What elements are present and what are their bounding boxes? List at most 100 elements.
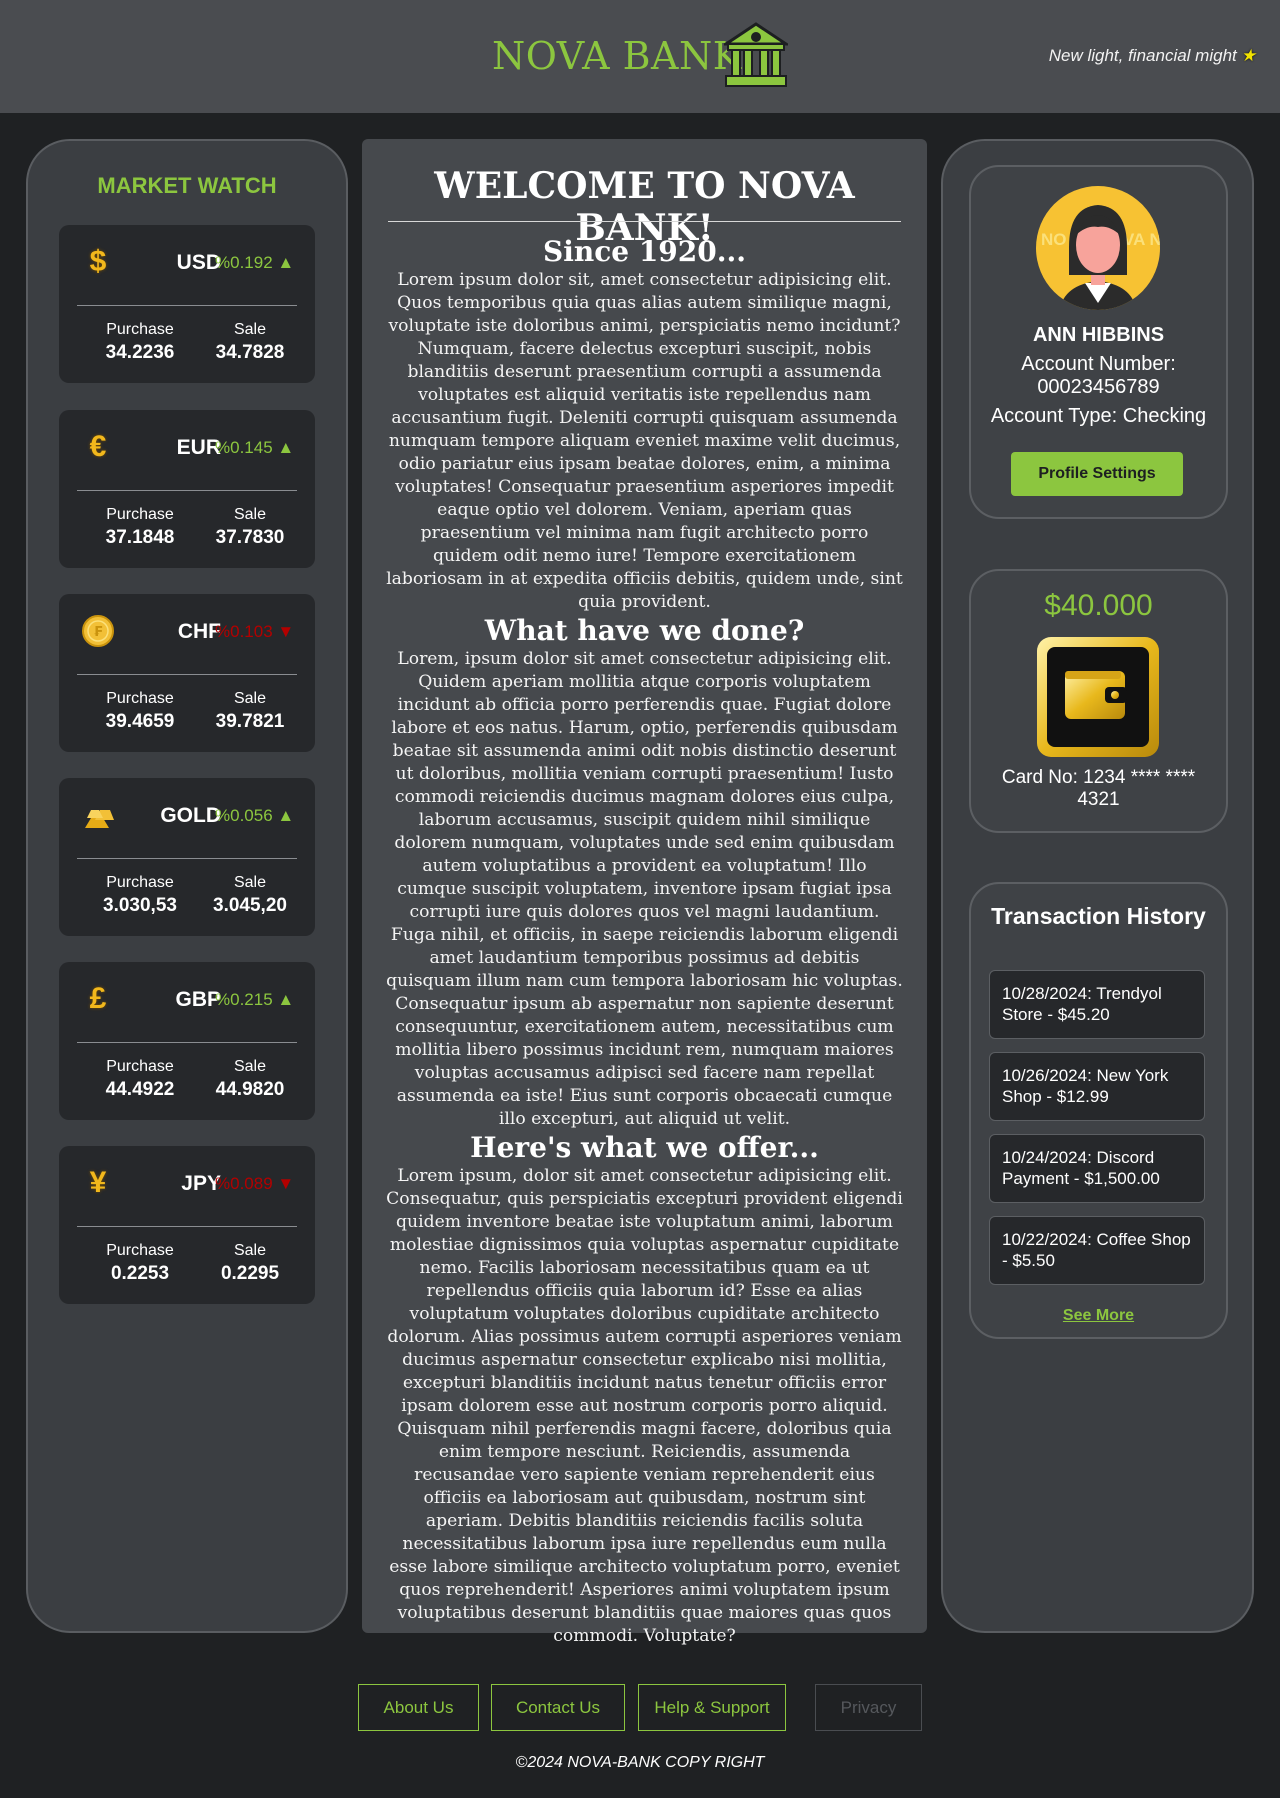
currency-code: GOLD	[160, 804, 221, 827]
sale-value: 39.7821	[215, 711, 285, 732]
card-divider	[77, 674, 297, 675]
purchase-value: 37.1848	[105, 527, 175, 548]
sale-label: Sale	[233, 1242, 267, 1259]
section-text: Lorem ipsum, dolor sit amet consectetur …	[386, 1166, 903, 1646]
sale-label: Sale	[233, 506, 267, 523]
help-support-link[interactable]: Help & Support	[638, 1684, 786, 1731]
account-number-label: Account Number:	[1021, 353, 1176, 375]
see-more-link[interactable]: See More	[971, 1307, 1226, 1325]
currency-change: %0.089 ▼	[215, 1174, 295, 1193]
bank-building-icon[interactable]	[724, 22, 788, 88]
wallet-card: $40.000 Card No: 1234 **** **** 4321	[969, 569, 1228, 833]
card-divider	[77, 490, 297, 491]
sale-value: 44.9820	[215, 1079, 285, 1100]
section-heading: Since 1920...	[543, 235, 746, 268]
dollar-icon: $	[89, 245, 107, 278]
avatar[interactable]: NO BA VA NK	[1035, 185, 1161, 311]
currency-change: %0.215 ▲	[215, 990, 295, 1009]
copyright: ©2024 NOVA-BANK COPY RIGHT	[515, 1754, 765, 1771]
market-watch-title: MARKET WATCH	[97, 173, 277, 198]
market-watch-panel: MARKET WATCH $ USD %0.192 ▲ Purchase 34.2236…	[26, 139, 348, 1633]
profile-settings-button[interactable]: Profile Settings	[1011, 452, 1183, 496]
purchase-label: Purchase	[106, 1242, 174, 1259]
transaction-item[interactable]: 10/24/2024: Discord Payment - $1,500.00	[989, 1134, 1205, 1203]
transaction-item[interactable]: 10/22/2024: Coffee Shop - $5.50	[989, 1216, 1205, 1285]
purchase-column: Purchase 0.2253	[85, 1242, 195, 1285]
franc-coin-icon: ₣	[82, 615, 114, 647]
currency-card-gold[interactable]: GOLD %0.056 ▲ Purchase 3.030,53 Sale 3.045,20	[59, 778, 315, 936]
purchase-value: 0.2253	[110, 1263, 170, 1284]
account-type: Account Type: Checking	[990, 405, 1207, 427]
sale-column: Sale 37.7830	[195, 506, 305, 549]
transaction-history-title: Transaction History	[991, 903, 1206, 929]
account-panel: NO BA VA NK ANN HIBBINS Account Number: …	[941, 139, 1254, 1633]
privacy-link[interactable]: Privacy	[815, 1684, 922, 1731]
contact-us-link[interactable]: Contact Us	[491, 1684, 625, 1731]
avatar-watermark-right: VA NK	[1123, 230, 1161, 249]
sale-column: Sale 0.2295	[195, 1242, 305, 1285]
card-divider	[77, 858, 297, 859]
purchase-label: Purchase	[106, 506, 174, 523]
sale-label: Sale	[233, 321, 267, 338]
purchase-column: Purchase 3.030,53	[85, 874, 195, 917]
yen-icon: ¥	[89, 1166, 107, 1199]
section-heading: What have we done?	[484, 614, 805, 647]
article-body: Since 1920... Lorem ipsum dolor sit, ame…	[386, 235, 903, 1648]
about-us-link[interactable]: About Us	[358, 1684, 479, 1731]
profile-name: ANN HIBBINS	[1032, 324, 1165, 346]
brand-name[interactable]: NOVA BANK	[492, 34, 742, 78]
currency-card-eur[interactable]: € EUR %0.145 ▲ Purchase 37.1848 Sale 37.7830	[59, 410, 315, 568]
purchase-column: Purchase 34.2236	[85, 321, 195, 364]
currency-card-jpy[interactable]: ¥ JPY %0.089 ▼ Purchase 0.2253 Sale 0.2295	[59, 1146, 315, 1304]
currency-change: %0.145 ▲	[215, 438, 295, 457]
transaction-item[interactable]: 10/28/2024: Trendyol Store - $45.20	[989, 970, 1205, 1039]
sale-value: 0.2295	[220, 1263, 280, 1284]
currency-code: JPY	[181, 1172, 221, 1195]
currency-card-chf[interactable]: ₣ CHF %0.103 ▼ Purchase 39.4659 Sale 39.7821	[59, 594, 315, 752]
welcome-article: WELCOME TO NOVA BANK! Since 1920... Lore…	[362, 139, 927, 1646]
card-divider	[77, 1042, 297, 1043]
currency-change: %0.056 ▲	[215, 806, 295, 825]
site-header: NOVA BANK New light, financial might ★	[0, 0, 1280, 113]
section-text: Lorem, ipsum dolor sit amet consectetur …	[386, 649, 903, 1129]
transaction-history: Transaction History 10/28/2024: Trendyol…	[969, 882, 1228, 1339]
purchase-label: Purchase	[106, 690, 174, 707]
transaction-item[interactable]: 10/26/2024: New York Shop - $12.99	[989, 1052, 1205, 1121]
sale-column: Sale 44.9820	[195, 1058, 305, 1101]
purchase-column: Purchase 37.1848	[85, 506, 195, 549]
purchase-value: 39.4659	[105, 711, 175, 732]
purchase-label: Purchase	[106, 1058, 174, 1075]
card-divider	[77, 305, 297, 306]
currency-code: EUR	[176, 436, 221, 459]
currency-card-gbp[interactable]: £ GBP %0.215 ▲ Purchase 44.4922 Sale 44.9820	[59, 962, 315, 1120]
account-number: 00023456789	[1037, 376, 1160, 398]
sale-value: 34.7828	[215, 342, 285, 363]
purchase-label: Purchase	[106, 874, 174, 891]
card-divider	[77, 1226, 297, 1227]
currency-code: CHF	[177, 620, 221, 643]
star-icon: ★	[1240, 46, 1256, 65]
svg-text:₣: ₣	[93, 625, 102, 640]
section-heading: Here's what we offer...	[470, 1131, 819, 1164]
section-text: Lorem ipsum dolor sit, amet consectetur …	[386, 270, 903, 612]
sale-label: Sale	[233, 690, 267, 707]
sale-column: Sale 3.045,20	[195, 874, 305, 917]
purchase-value: 44.4922	[105, 1079, 175, 1100]
sale-column: Sale 34.7828	[195, 321, 305, 364]
tagline: New light, financial might ★	[1049, 46, 1256, 66]
purchase-column: Purchase 39.4659	[85, 690, 195, 733]
currency-card-usd[interactable]: $ USD %0.192 ▲ Purchase 34.2236 Sale 34.7828	[59, 225, 315, 383]
tagline-text: New light, financial might	[1048, 46, 1237, 65]
sale-value: 3.045,20	[213, 895, 287, 916]
currency-code: GBP	[175, 988, 221, 1011]
title-divider	[388, 221, 901, 222]
profile-card: NO BA VA NK ANN HIBBINS Account Number: …	[969, 165, 1228, 519]
account-balance: $40.000	[1044, 589, 1153, 622]
wallet-icon[interactable]	[1035, 635, 1161, 759]
purchase-value: 3.030,53	[103, 895, 177, 916]
purchase-value: 34.2236	[105, 342, 175, 363]
gold-bars-icon	[85, 810, 114, 828]
sale-column: Sale 39.7821	[195, 690, 305, 733]
purchase-label: Purchase	[106, 321, 174, 338]
sale-label: Sale	[233, 1058, 267, 1075]
